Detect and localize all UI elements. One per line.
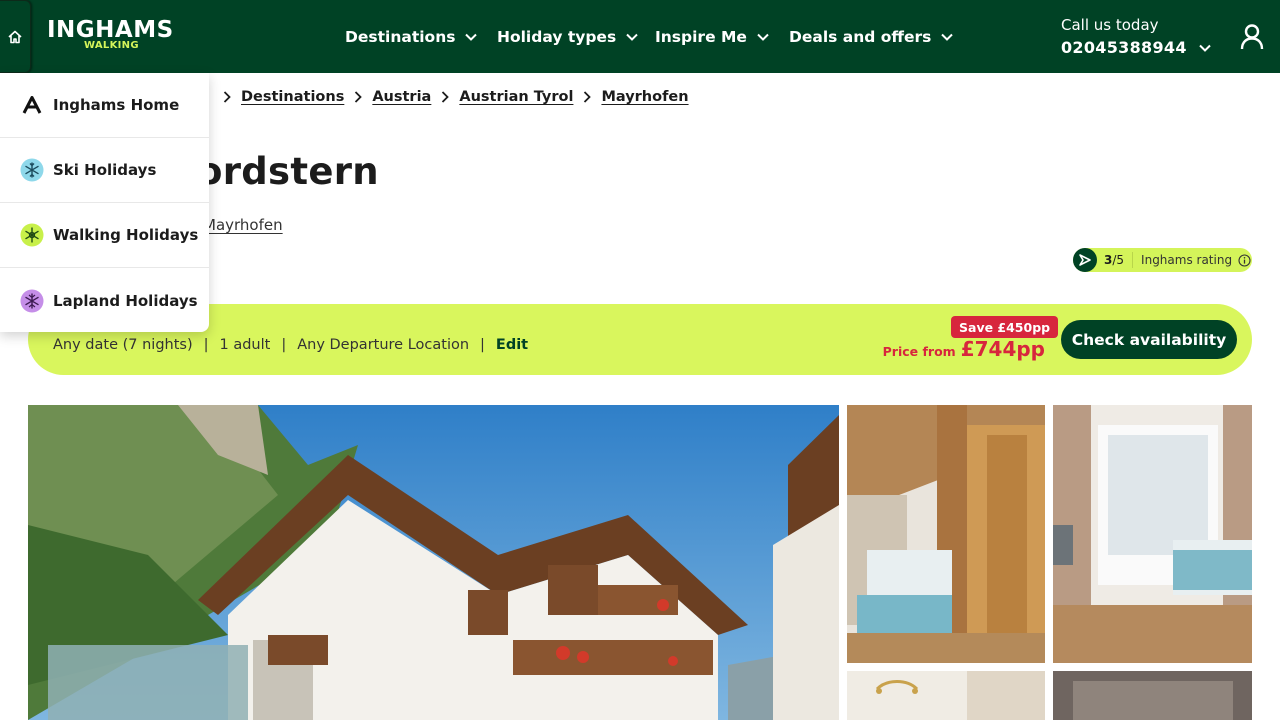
- phone-text: 02045388944: [1061, 38, 1187, 57]
- menu-item-inghams-home[interactable]: Inghams Home: [0, 73, 209, 138]
- divider: |: [281, 337, 287, 353]
- chevron-right-icon: [223, 91, 231, 103]
- nav-holiday-types[interactable]: Holiday types: [497, 0, 638, 73]
- call-label: Call us today: [1061, 16, 1159, 34]
- gallery-photo-room-4[interactable]: [1053, 671, 1252, 720]
- chevron-down-icon: [1199, 44, 1211, 52]
- inghams-logo-icon: [20, 93, 44, 117]
- nav-label: Deals and offers: [789, 27, 932, 46]
- room-image: [1053, 671, 1252, 720]
- menu-item-label: Ski Holidays: [53, 161, 157, 179]
- room-image: [847, 671, 1045, 720]
- menu-item-walking-holidays[interactable]: Walking Holidays: [0, 203, 209, 268]
- nav-deals-and-offers[interactable]: Deals and offers: [789, 0, 954, 73]
- brand-menu-toggle[interactable]: [0, 0, 31, 73]
- price-value: £744pp: [960, 337, 1045, 361]
- rating-divider: [1132, 252, 1134, 268]
- menu-item-label: Lapland Holidays: [53, 291, 198, 310]
- rating-label: Inghams rating: [1141, 253, 1233, 267]
- phone-number[interactable]: 02045388944: [1061, 38, 1211, 57]
- gallery-photo-room-1[interactable]: [847, 405, 1045, 663]
- gallery-photo-room-2[interactable]: [1053, 405, 1252, 663]
- summary-guests: 1 adult: [219, 337, 271, 353]
- edit-search-link[interactable]: Edit: [496, 337, 528, 353]
- site-logo[interactable]: INGHAMS WALKING: [47, 17, 174, 51]
- chevron-right-icon: [354, 91, 363, 103]
- gallery-photo-room-3[interactable]: [847, 671, 1045, 720]
- divider: |: [203, 337, 209, 353]
- price-label: Price from: [882, 344, 956, 359]
- walking-icon: [20, 223, 44, 247]
- chevron-down-icon: [757, 33, 769, 41]
- breadcrumb-link[interactable]: Austria: [372, 89, 431, 105]
- breadcrumb-link[interactable]: Mayrhofen: [601, 89, 688, 105]
- chevron-right-icon: [583, 91, 592, 103]
- menu-item-label: Inghams Home: [53, 96, 180, 114]
- room-image: [847, 405, 1045, 663]
- site-header: INGHAMS WALKING Destinations Holiday typ…: [0, 0, 1280, 73]
- hotel-main-photo[interactable]: [28, 405, 839, 720]
- menu-item-lapland-holidays[interactable]: Lapland Holidays: [0, 268, 209, 333]
- breadcrumb: Destinations Austria Austrian Tyrol Mayr…: [213, 89, 689, 105]
- logo-subbrand: WALKING: [84, 40, 139, 51]
- snowflake-icon: [20, 158, 44, 182]
- divider: |: [480, 337, 485, 353]
- save-badge: Save £450pp: [951, 316, 1059, 338]
- breadcrumb-link[interactable]: Austrian Tyrol: [459, 89, 573, 105]
- call-us[interactable]: Call us today 02045388944: [1061, 16, 1211, 57]
- menu-item-label: Walking Holidays: [53, 226, 199, 244]
- chevron-right-icon: [441, 91, 450, 103]
- chevron-down-icon: [941, 33, 954, 41]
- inghams-rating: 3/5 Inghams rating: [1073, 248, 1252, 272]
- room-image: [1053, 405, 1252, 663]
- nav-label: Destinations: [345, 27, 456, 46]
- rating-score: 3/5: [1104, 253, 1125, 267]
- summary-date: Any date (7 nights): [53, 337, 193, 353]
- rating-logo-icon: [1073, 248, 1097, 272]
- info-icon[interactable]: [1238, 253, 1251, 267]
- nav-destinations[interactable]: Destinations: [345, 0, 478, 73]
- chevron-down-icon: [465, 33, 478, 41]
- price-from: Price from £744pp: [883, 337, 1045, 361]
- search-summary: Any date (7 nights) | 1 adult | Any Depa…: [53, 337, 528, 353]
- chevron-down-icon: [626, 33, 638, 41]
- lapland-icon: [20, 289, 44, 313]
- nav-label: Holiday types: [497, 27, 617, 46]
- menu-item-ski-holidays[interactable]: Ski Holidays: [0, 138, 209, 203]
- brand-menu: Inghams Home Ski Holidays Walking Holida…: [0, 73, 209, 332]
- hotel-title: ordstern: [197, 150, 379, 193]
- nav-label: Inspire Me: [655, 27, 747, 46]
- availability-bar: Any date (7 nights) | 1 adult | Any Depa…: [28, 304, 1252, 375]
- check-availability-button[interactable]: Check availability: [1061, 320, 1237, 359]
- hotel-location-link[interactable]: Mayrhofen: [203, 216, 283, 234]
- account-button[interactable]: [1239, 23, 1265, 51]
- summary-departure: Any Departure Location: [297, 337, 470, 353]
- hotel-exterior-image: [28, 405, 839, 720]
- nav-inspire-me[interactable]: Inspire Me: [655, 0, 769, 73]
- user-icon: [1240, 24, 1264, 50]
- breadcrumb-link[interactable]: Destinations: [241, 89, 344, 105]
- logo-wordmark: INGHAMS: [47, 17, 174, 43]
- home-icon: [8, 30, 22, 43]
